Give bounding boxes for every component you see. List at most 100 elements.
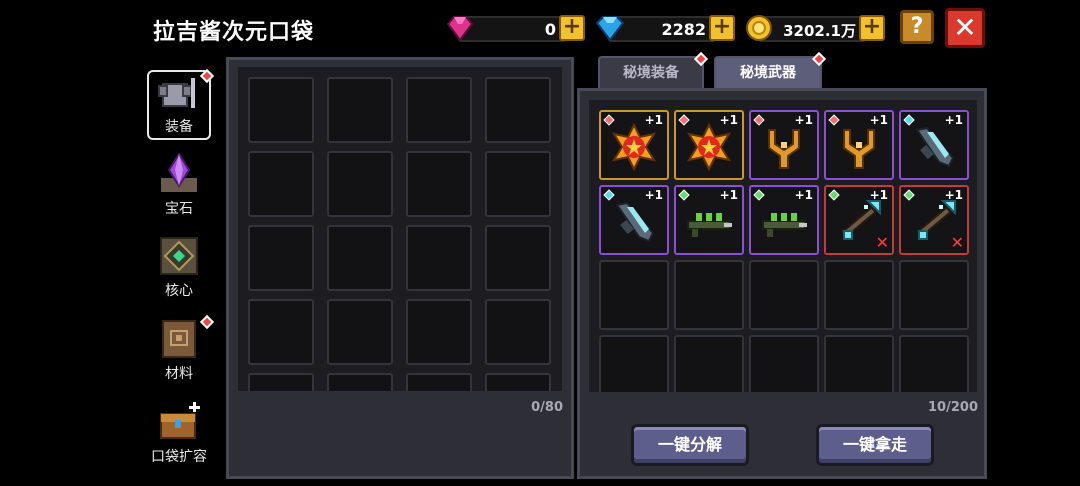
pink-gem-counter: 0 + [444,12,586,44]
empty-slot[interactable] [749,260,819,330]
item-level: +1 [794,188,813,202]
empty-slot[interactable] [248,77,314,143]
sidebar-label-expand-pocket: 口袋扩容 [151,449,207,465]
book-icon [162,320,196,358]
item-level: +1 [944,188,963,202]
coin-counter: 3202.1万 + [744,12,886,44]
empty-slot[interactable] [749,335,819,392]
weapon-ice-gun[interactable]: +1 [599,185,669,255]
weapons-count: 10/200 [928,400,978,415]
empty-slot[interactable] [674,260,744,330]
empty-slot[interactable] [599,335,669,392]
blue-gem-value: 2282 [661,20,706,39]
empty-slot[interactable] [248,151,314,217]
item-level: +1 [869,113,888,127]
empty-slot[interactable] [485,299,551,365]
help-button[interactable]: ? [900,10,934,44]
empty-slot[interactable] [824,335,894,392]
sidebar-item-gems[interactable]: 宝石 [147,150,211,220]
weapon-red-gold-medallion[interactable]: +1 [674,110,744,180]
empty-slot[interactable] [406,373,472,391]
red-gold-medallion-icon [686,122,732,172]
green-rifle-icon [687,213,732,237]
ice-gun-icon [615,201,655,243]
empty-slot[interactable] [327,225,393,291]
cannot-use-icon: ✕ [950,233,964,252]
weapon-ice-gun[interactable]: +1 [899,110,969,180]
golden-slingshot-icon [843,129,875,169]
dismantle-all-button[interactable]: 一键分解 [631,424,749,466]
red-gold-medallion-icon [611,122,657,172]
blue-gem-counter: 2282 + [594,12,736,44]
storage-grid[interactable] [238,67,562,391]
sidebar-item-materials[interactable]: 材料 [147,315,211,385]
empty-slot[interactable] [899,260,969,330]
item-level: +1 [719,188,738,202]
empty-slot[interactable] [406,151,472,217]
item-level: +1 [869,188,888,202]
close-button[interactable]: ✕ [945,8,985,48]
empty-slot[interactable] [485,225,551,291]
weapon-crystal-crossbow[interactable]: +1 ✕ [824,185,894,255]
sidebar-item-equipment[interactable]: 装备 [147,70,211,140]
weapon-golden-slingshot[interactable]: +1 [749,110,819,180]
pink-gem-add-button[interactable]: + [559,15,585,41]
empty-slot[interactable] [674,335,744,392]
golden-slingshot-icon [768,129,800,169]
tab-realm-weapons[interactable]: 秘境武器 [714,56,822,89]
page-title: 拉吉酱次元口袋 [153,20,315,45]
empty-slot[interactable] [485,77,551,143]
weapons-grid[interactable]: +1 +1 +1 +1 +1 +1 +1 +1 +1 ✕ +1 ✕ [589,100,977,392]
empty-slot[interactable] [327,151,393,217]
empty-slot[interactable] [406,77,472,143]
empty-slot[interactable] [248,373,314,391]
empty-slot[interactable] [406,225,472,291]
weapon-green-rifle[interactable]: +1 [749,185,819,255]
empty-slot[interactable] [248,225,314,291]
empty-slot[interactable] [327,373,393,391]
treasure-chest-icon [160,402,200,439]
tab-realm-equipment[interactable]: 秘境装备 [598,56,704,89]
item-level: +1 [644,113,663,127]
crystal-icon [161,152,197,192]
empty-slot[interactable] [327,299,393,365]
storage-count: 0/80 [531,400,563,415]
blue-diamond-icon [595,16,625,42]
empty-slot[interactable] [824,260,894,330]
empty-slot[interactable] [248,299,314,365]
item-level: +1 [644,188,663,202]
pink-gem-icon [446,16,474,42]
weapons-panel: +1 +1 +1 +1 +1 +1 +1 +1 +1 ✕ +1 ✕ 10/200 [577,88,987,479]
blue-gem-add-button[interactable]: + [709,15,735,41]
sidebar-item-expand-pocket[interactable]: 口袋扩容 [147,398,211,468]
take-all-button[interactable]: 一键拿走 [816,424,934,466]
empty-slot[interactable] [899,335,969,392]
sidebar-item-core[interactable]: 核心 [147,232,211,302]
empty-slot[interactable] [406,299,472,365]
weapon-red-gold-medallion[interactable]: +1 [599,110,669,180]
item-level: +1 [944,113,963,127]
empty-slot[interactable] [485,151,551,217]
sidebar-label-gems: 宝石 [165,201,193,217]
weapon-crystal-crossbow[interactable]: +1 ✕ [899,185,969,255]
item-level: +1 [794,113,813,127]
coin-add-button[interactable]: + [859,15,885,41]
sidebar-label-materials: 材料 [165,366,193,382]
coin-value: 3202.1万 [783,22,856,40]
gold-coin-icon [746,15,772,41]
sidebar-label-equipment: 装备 [165,119,193,135]
empty-slot[interactable] [599,260,669,330]
green-rifle-icon [762,213,807,237]
storage-panel: 0/80 [226,57,574,479]
pink-gem-value: 0 [544,20,556,39]
ice-gun-icon [915,126,955,168]
weapon-golden-slingshot[interactable]: +1 [824,110,894,180]
armor-icon [158,78,195,108]
core-icon [160,237,198,275]
cannot-use-icon: ✕ [875,233,889,252]
empty-slot[interactable] [327,77,393,143]
empty-slot[interactable] [485,373,551,391]
item-level: +1 [719,113,738,127]
weapon-green-rifle[interactable]: +1 [674,185,744,255]
sidebar-label-core: 核心 [165,283,193,299]
